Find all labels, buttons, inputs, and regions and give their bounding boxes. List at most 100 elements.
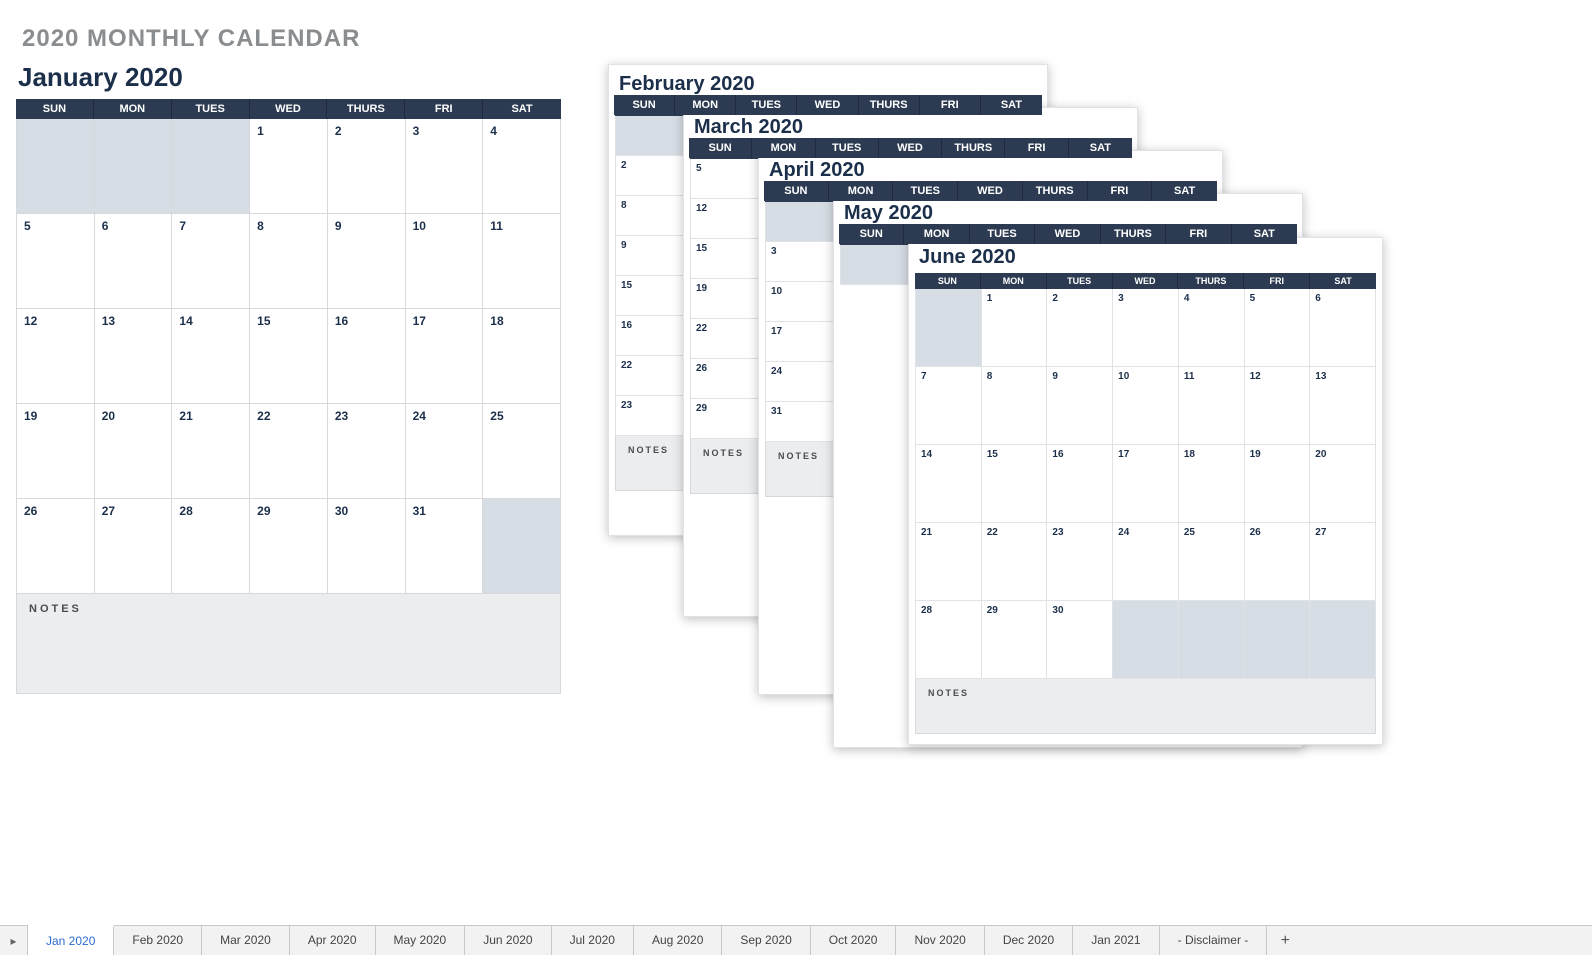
notes-area[interactable]: NOTES: [16, 594, 561, 694]
calendar-cell[interactable]: 18: [1179, 445, 1245, 523]
day-header-cell: SAT: [1232, 224, 1297, 244]
calendar-cell[interactable]: 27: [95, 499, 173, 594]
sheet-tab[interactable]: Feb 2020: [114, 926, 202, 955]
calendar-cell[interactable]: 31: [406, 499, 484, 594]
calendar-cell[interactable]: 30: [328, 499, 406, 594]
calendar-cell[interactable]: 13: [1310, 367, 1376, 445]
calendar-cell[interactable]: 9: [1047, 367, 1113, 445]
sheet-tab[interactable]: - Disclaimer -: [1160, 926, 1268, 955]
calendar-cell[interactable]: 11: [1179, 367, 1245, 445]
sheet-tab[interactable]: Apr 2020: [290, 926, 376, 955]
calendar-cell[interactable]: 19: [17, 404, 95, 499]
sheet-june[interactable]: June 2020 SUNMONTUESWEDTHURSFRISAT 12345…: [908, 237, 1383, 745]
day-header-cell: MON: [829, 181, 894, 201]
sheet-tab[interactable]: Jun 2020: [465, 926, 551, 955]
calendar-cell[interactable]: 13: [95, 309, 173, 404]
month-grid: 1234567891011121314151617181920212223242…: [16, 119, 561, 594]
calendar-cell[interactable]: 15: [250, 309, 328, 404]
calendar-cell[interactable]: 4: [1179, 289, 1245, 367]
calendar-cell[interactable]: 27: [1310, 523, 1376, 601]
calendar-cell[interactable]: 16: [1047, 445, 1113, 523]
calendar-cell[interactable]: 19: [1245, 445, 1311, 523]
calendar-cell[interactable]: 14: [916, 445, 982, 523]
calendar-cell[interactable]: 21: [172, 404, 250, 499]
sheet-tab[interactable]: Nov 2020: [896, 926, 984, 955]
calendar-cell[interactable]: 14: [172, 309, 250, 404]
calendar-cell[interactable]: 12: [1245, 367, 1311, 445]
sheet-tab[interactable]: Oct 2020: [811, 926, 897, 955]
calendar-cell[interactable]: 1: [250, 119, 328, 214]
day-header-cell: TUES: [1047, 273, 1113, 289]
calendar-cell[interactable]: 15: [982, 445, 1048, 523]
sheet-tab[interactable]: Sep 2020: [722, 926, 810, 955]
calendar-cell[interactable]: 8: [982, 367, 1048, 445]
day-header-cell: TUES: [172, 99, 250, 119]
notes-area[interactable]: NOTES: [915, 679, 1376, 734]
calendar-cell[interactable]: 28: [172, 499, 250, 594]
calendar-cell[interactable]: 7: [172, 214, 250, 309]
calendar-cell[interactable]: 12: [17, 309, 95, 404]
calendar-cell[interactable]: 4: [483, 119, 561, 214]
calendar-cell[interactable]: 17: [1113, 445, 1179, 523]
sheet-tab[interactable]: Dec 2020: [985, 926, 1073, 955]
calendar-cell[interactable]: 25: [483, 404, 561, 499]
page-title: 2020 MONTHLY CALENDAR: [22, 25, 360, 53]
calendar-cell[interactable]: 17: [406, 309, 484, 404]
calendar-cell[interactable]: 30: [1047, 601, 1113, 679]
sheet-tabbar: ▸ Jan 2020Feb 2020Mar 2020Apr 2020May 20…: [0, 925, 1592, 955]
calendar-cell[interactable]: 10: [1113, 367, 1179, 445]
calendar-cell[interactable]: 23: [1047, 523, 1113, 601]
calendar-cell[interactable]: 3: [406, 119, 484, 214]
sheet-tab[interactable]: May 2020: [376, 926, 466, 955]
day-header-cell: WED: [958, 181, 1023, 201]
sheet-tab[interactable]: Mar 2020: [202, 926, 290, 955]
month-title: June 2020: [915, 244, 1376, 273]
calendar-cell[interactable]: 25: [1179, 523, 1245, 601]
tab-scroll-button[interactable]: ▸: [0, 926, 28, 955]
day-header-cell: FRI: [1244, 273, 1310, 289]
calendar-cell[interactable]: 5: [1245, 289, 1311, 367]
sheet-tab[interactable]: Jul 2020: [552, 926, 634, 955]
calendar-cell[interactable]: 20: [95, 404, 173, 499]
calendar-cell[interactable]: 7: [916, 367, 982, 445]
add-sheet-button[interactable]: +: [1267, 926, 1303, 955]
calendar-cell[interactable]: 24: [406, 404, 484, 499]
calendar-cell[interactable]: 23: [328, 404, 406, 499]
calendar-cell[interactable]: 1: [982, 289, 1048, 367]
calendar-cell[interactable]: 6: [95, 214, 173, 309]
day-header-overlay: SUNMONTUESWEDTHURSFRISAT: [839, 224, 1297, 244]
calendar-cell[interactable]: 10: [406, 214, 484, 309]
calendar-cell[interactable]: 21: [916, 523, 982, 601]
calendar-cell[interactable]: 2: [1047, 289, 1113, 367]
calendar-cell[interactable]: 26: [17, 499, 95, 594]
sheet-tab[interactable]: Aug 2020: [634, 926, 722, 955]
calendar-cell[interactable]: 26: [1245, 523, 1311, 601]
day-header-cell: MON: [752, 138, 815, 158]
sheet-tab[interactable]: Jan 2021: [1073, 926, 1159, 955]
day-header-cell: FRI: [1166, 224, 1231, 244]
day-header-cell: TUES: [970, 224, 1035, 244]
calendar-cell[interactable]: 29: [250, 499, 328, 594]
calendar-cell[interactable]: 5: [17, 214, 95, 309]
calendar-cell[interactable]: 16: [328, 309, 406, 404]
calendar-cell[interactable]: 28: [916, 601, 982, 679]
calendar-cell[interactable]: 8: [250, 214, 328, 309]
calendar-cell[interactable]: 18: [483, 309, 561, 404]
day-header-cell: SAT: [483, 99, 561, 119]
sheet-tab[interactable]: Jan 2020: [28, 925, 114, 955]
calendar-cell[interactable]: 6: [1310, 289, 1376, 367]
day-header-cell: WED: [1113, 273, 1179, 289]
calendar-cell[interactable]: 22: [250, 404, 328, 499]
calendar-cell[interactable]: 24: [1113, 523, 1179, 601]
day-header-cell: THURS: [327, 99, 405, 119]
calendar-cell-padding: [1113, 601, 1179, 679]
calendar-cell[interactable]: 9: [328, 214, 406, 309]
calendar-cell[interactable]: 3: [1113, 289, 1179, 367]
calendar-cell[interactable]: 11: [483, 214, 561, 309]
calendar-cell[interactable]: 20: [1310, 445, 1376, 523]
calendar-cell[interactable]: 2: [328, 119, 406, 214]
day-header-cell: THURS: [859, 95, 920, 115]
calendar-cell[interactable]: 29: [982, 601, 1048, 679]
day-header-cell: WED: [1035, 224, 1100, 244]
calendar-cell[interactable]: 22: [982, 523, 1048, 601]
